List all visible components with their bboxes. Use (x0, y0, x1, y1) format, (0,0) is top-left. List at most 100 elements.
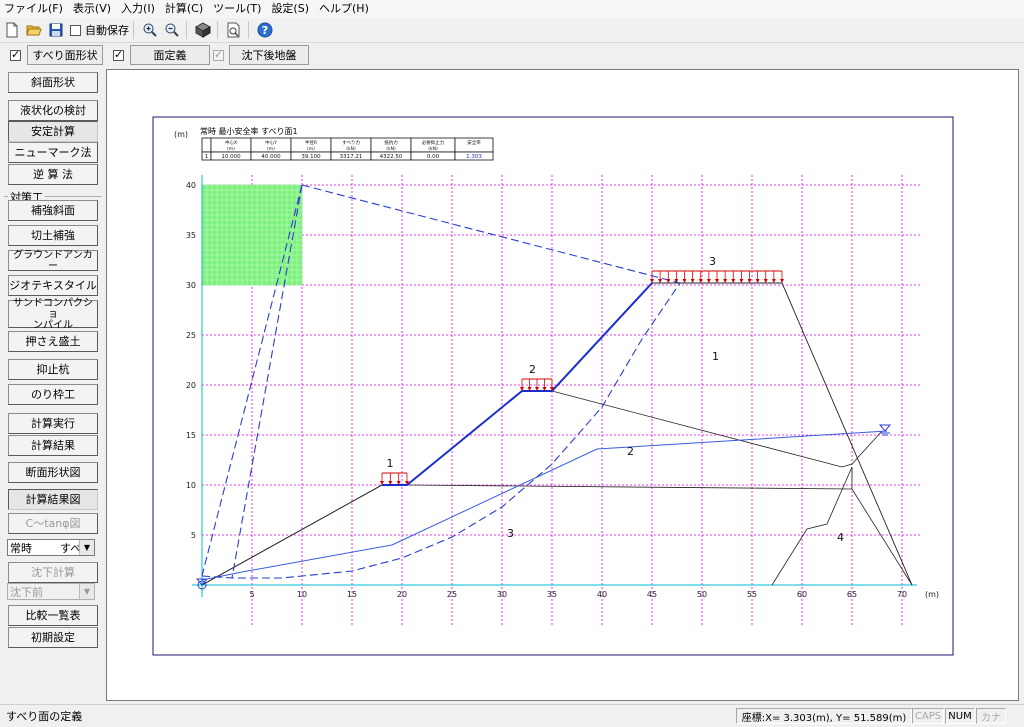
settlement-value: 沈下前 (10, 585, 43, 599)
menu-tools[interactable]: ツール(T) (209, 0, 267, 18)
sand-compaction-line-2: ンパイル (33, 319, 73, 331)
soil-layer-label: 4 (837, 531, 844, 544)
calc-result-button[interactable]: 計算結果 (8, 435, 98, 456)
load-label: 1 (387, 457, 394, 470)
table-value: 40.000 (261, 154, 281, 160)
geotextile-button[interactable]: ジオテキスタイル (8, 275, 98, 296)
menu-help[interactable]: ヘルプ(H) (315, 0, 375, 18)
cube-icon[interactable] (193, 20, 213, 40)
x-tick-label: 5 (249, 590, 254, 599)
x-tick-label: 50 (697, 590, 707, 599)
autosave-checkbox[interactable]: 自動保存 (70, 22, 129, 38)
save-icon[interactable] (46, 20, 66, 40)
table-value: 3317.21 (340, 154, 363, 160)
zoom-in-icon[interactable] (140, 20, 160, 40)
table-value: 39.100 (301, 154, 321, 160)
surface-def-checkbox[interactable] (113, 48, 124, 61)
table-header-text: 中心Y (265, 139, 277, 146)
cut-reinforcement-button[interactable]: 切土補強 (8, 225, 98, 246)
table-header-text: 半径R (305, 139, 317, 146)
toolbar-separator (248, 21, 249, 39)
print-preview-icon[interactable] (224, 20, 244, 40)
table-header-text: すべり力 (342, 139, 360, 146)
y-tick-label: 5 (191, 531, 196, 540)
load-label: 3 (709, 255, 716, 268)
x-axis-label: (m) (925, 590, 939, 599)
counterweight-fill-button[interactable]: 押さえ盛土 (8, 331, 98, 352)
soil-layer-label: 3 (507, 527, 514, 540)
menu-settings[interactable]: 設定(S) (267, 0, 315, 18)
new-file-icon[interactable] (2, 20, 22, 40)
x-tick-label: 45 (647, 590, 657, 599)
table-value: 10.000 (221, 154, 241, 160)
run-calc-button[interactable]: 計算実行 (8, 413, 98, 434)
num-indicator: NUM (945, 708, 975, 724)
open-folder-icon[interactable] (24, 20, 44, 40)
x-tick-label: 20 (397, 590, 407, 599)
section-plot: 5 10 15 20 25 30 35 40 45 50 55 60 65 70 (m) 5 10 15 20 25 3… (152, 116, 954, 656)
statusbar: すべり面の定義 座標:X= 3.303(m), Y= 51.589(m) CAP… (0, 704, 1024, 727)
initial-settings-button[interactable]: 初期設定 (8, 627, 98, 648)
coordinate-readout: 座標:X= 3.303(m), Y= 51.589(m) (736, 708, 912, 724)
chart-title: 常時 最小安全率 すべり面1 (200, 126, 298, 136)
condition-select[interactable]: 常時 すべ ▼ (7, 539, 95, 556)
result-diagram-button[interactable]: 計算結果図 (8, 489, 98, 510)
y-tick-label: 35 (186, 231, 196, 240)
surface-def-button[interactable]: 面定義 (130, 45, 210, 65)
sand-compaction-line-1: サンドコンパクショ (13, 297, 93, 320)
comparison-table-button[interactable]: 比較一覧表 (8, 605, 98, 626)
chevron-down-icon[interactable]: ▼ (79, 540, 94, 555)
c-tan-diagram-button: C〜tanφ図 (8, 513, 98, 534)
slip-shape-button[interactable]: すべり面形状 (27, 45, 103, 65)
menu-view[interactable]: 表示(V) (69, 0, 117, 18)
slip-shape-checkbox[interactable] (10, 48, 21, 61)
settlement-calc-button: 沈下計算 (8, 562, 98, 583)
newmark-button[interactable]: ニューマーク法 (8, 142, 98, 163)
menubar: ファイル(F) 表示(V) 入力(I) 計算(C) ツール(T) 設定(S) ヘ… (0, 0, 1024, 18)
autosave-check-icon[interactable] (70, 24, 81, 36)
ground-anchor-button[interactable]: グラウンドアンカー (8, 250, 98, 272)
sand-compaction-pile-button[interactable]: サンドコンパクショ ンパイル (8, 297, 98, 331)
help-icon[interactable]: ? (255, 20, 275, 40)
menu-input[interactable]: 入力(I) (117, 0, 161, 18)
table-header-text: 中心X (225, 139, 237, 146)
y-tick-label: 40 (186, 181, 196, 190)
status-message: すべり面の定義 (6, 710, 83, 723)
chevron-down-icon: ▼ (79, 584, 94, 599)
table-value: 1 (205, 154, 209, 160)
menu-calc[interactable]: 計算(C) (161, 0, 209, 18)
autosave-label: 自動保存 (85, 24, 129, 37)
liquefaction-button[interactable]: 液状化の検討 (8, 100, 98, 121)
table-header-text: 抵抗力 (384, 139, 398, 146)
frame-work-button[interactable]: のり枠工 (8, 384, 98, 405)
drawing-canvas[interactable]: 5 10 15 20 25 30 35 40 45 50 55 60 65 70 (m) 5 10 15 20 25 3… (106, 69, 1019, 701)
zoom-out-icon[interactable] (162, 20, 182, 40)
toolbar: 自動保存 ? (0, 18, 1024, 43)
table-header-text: (m) (307, 146, 315, 152)
display-toolbar: すべり面形状 面定義 沈下後地盤 (0, 43, 1024, 68)
x-tick-label: 55 (747, 590, 757, 599)
table-value: 1.303 (466, 154, 482, 160)
toolbar-separator (186, 21, 187, 39)
toolbar-separator (217, 21, 218, 39)
reinforced-slope-button[interactable]: 補強斜面 (8, 200, 98, 221)
x-tick-label: 70 (897, 590, 907, 599)
x-tick-label: 25 (447, 590, 457, 599)
menu-file[interactable]: ファイル(F) (0, 0, 69, 18)
section-diagram-button[interactable]: 断面形状図 (8, 462, 98, 483)
y-tick-label: 15 (186, 431, 196, 440)
soil-layer-label: 2 (627, 445, 634, 458)
y-axis-label: (m) (174, 130, 188, 139)
stability-button[interactable]: 安定計算 (8, 121, 98, 142)
x-tick-label: 15 (347, 590, 357, 599)
settled-ground-button: 沈下後地盤 (229, 45, 309, 65)
condition-value: 常時 (10, 541, 32, 555)
restraint-pile-button[interactable]: 抑止杭 (8, 359, 98, 380)
back-calc-button[interactable]: 逆 算 法 (8, 164, 98, 185)
settlement-select: 沈下前 ▼ (7, 583, 95, 600)
slope-shape-button[interactable]: 斜面形状 (8, 72, 98, 93)
x-tick-label: 35 (547, 590, 557, 599)
table-header-text: (m) (227, 146, 235, 152)
settled-ground-checkbox (213, 48, 224, 61)
load-label: 2 (529, 363, 536, 376)
